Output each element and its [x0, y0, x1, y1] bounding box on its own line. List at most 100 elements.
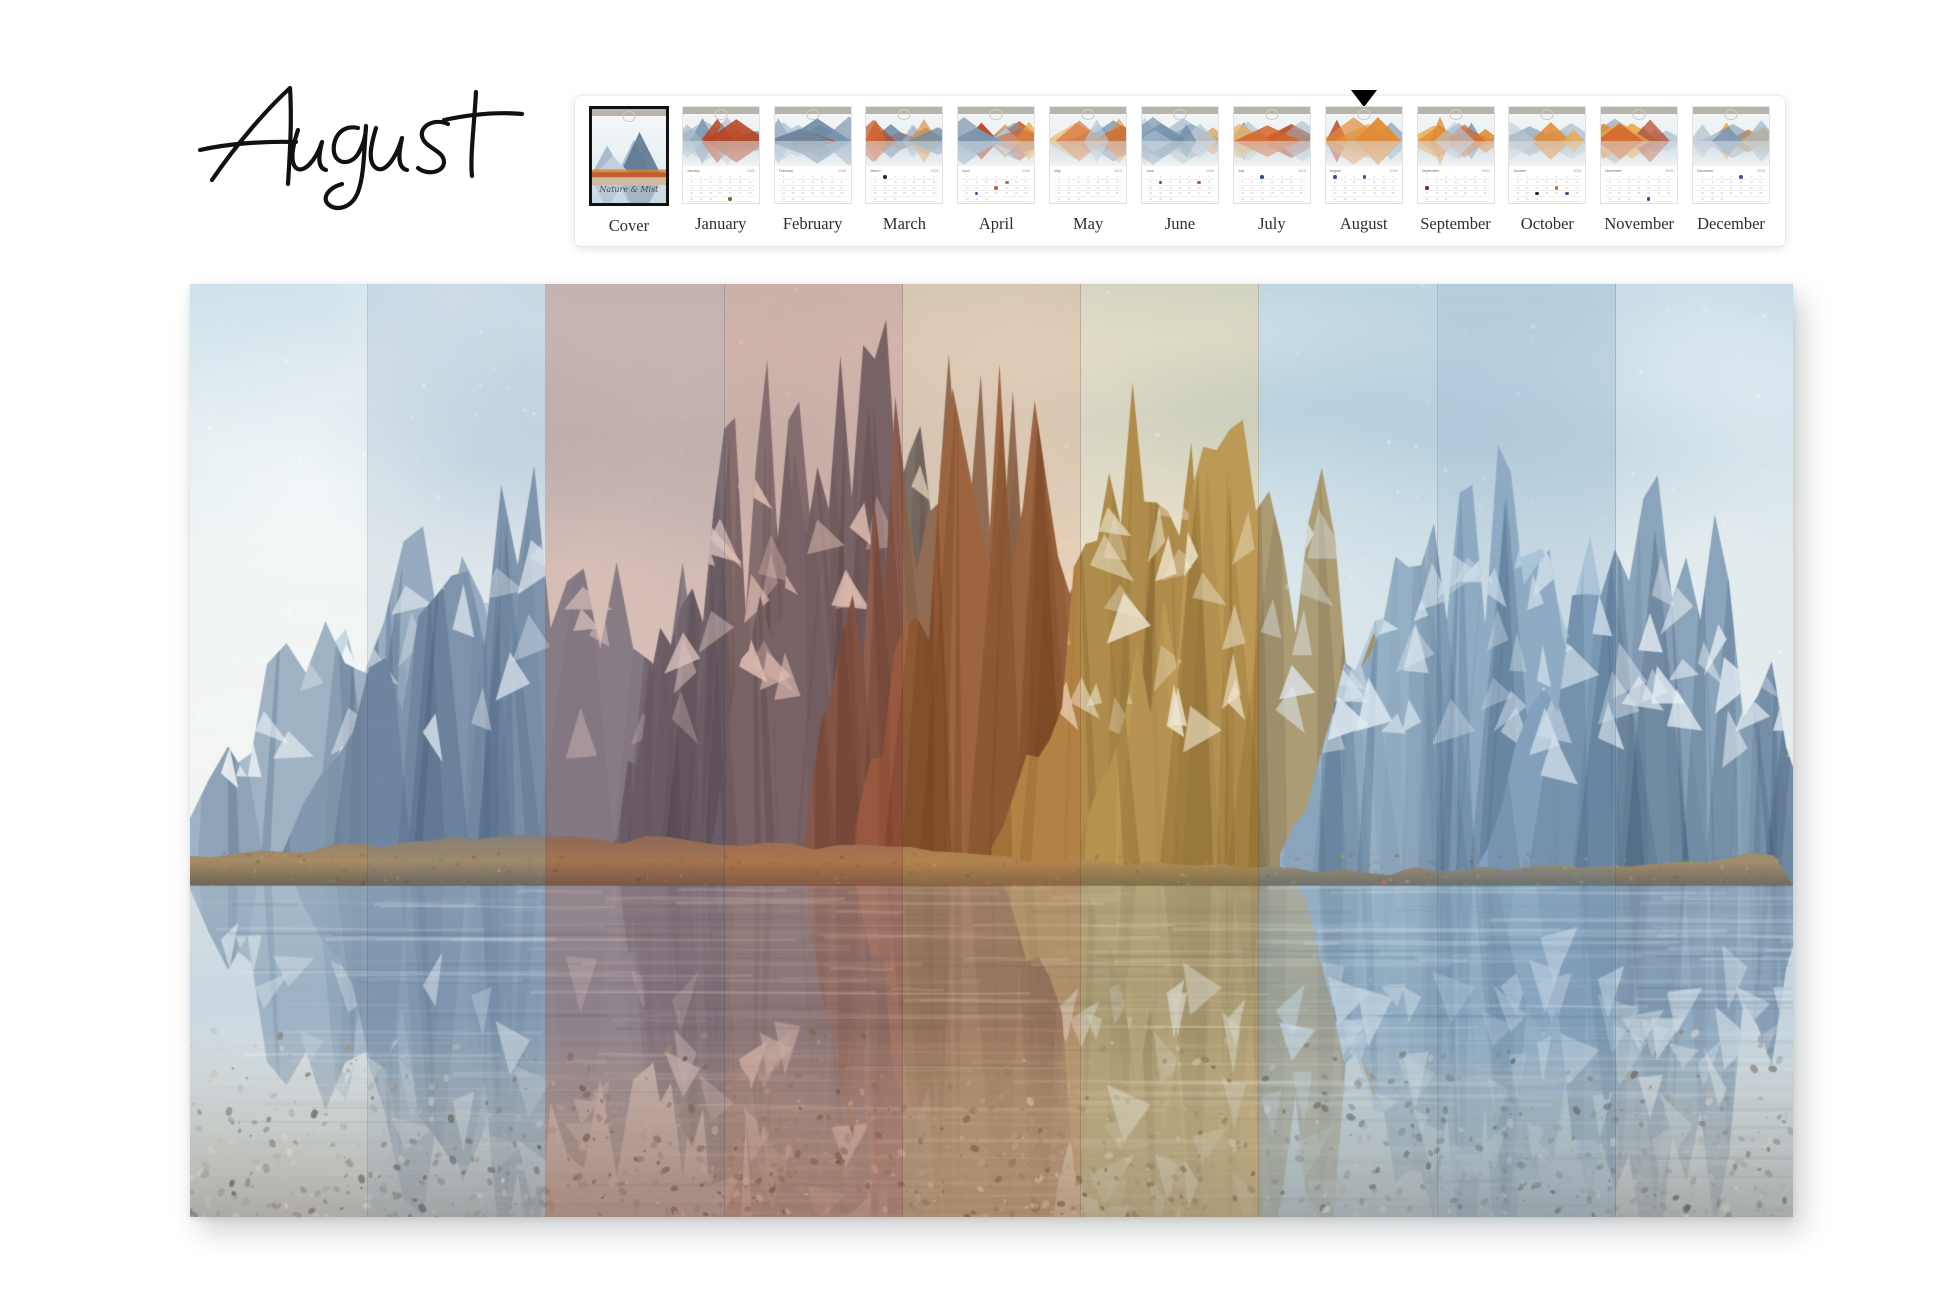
thumb-grid-row	[870, 201, 939, 203]
thumb-event-dot	[1158, 180, 1163, 185]
thumb-grid-header: March 2025	[870, 169, 938, 174]
thumbnail-artwork	[1693, 114, 1770, 166]
thumb-grid-month: October	[1513, 169, 1527, 173]
thumb-grid-table: 1 2 3 4 5 6 7 8 10 11 12 14 15 16 17 18 19 20 21 22 23 24 25 26…	[1145, 175, 1214, 203]
thumbnail-frame[interactable]: October 2025 1 2 3 4 5 6 7 8 9 10 11 12 13 14 15 16 17 18…	[1508, 106, 1587, 204]
thumb-grid-cell	[1441, 201, 1451, 203]
thumb-grid-row	[1145, 201, 1214, 203]
thumb-grid-table: 1 2 4 5 6 7 8 9 10 11 12 13 14 15 16 17 18 19 20 21 22 23 24 25…	[1237, 175, 1306, 203]
thumb-grid-cell	[1717, 201, 1727, 203]
thumb-grid-cell	[1633, 201, 1644, 203]
thumb-event-dot	[974, 191, 979, 196]
thumbnail-item-october[interactable]: October 2025 1 2 3 4 5 6 7 8 9 10 11 12 13 14 15 16 17 18…	[1501, 106, 1593, 234]
thumbnail-frame[interactable]: Nature & Mist	[588, 106, 669, 206]
thumb-grid-cell	[1755, 201, 1766, 203]
thumbnail-frame[interactable]: September 2025 1 2 3 4 5 6 7 8 9 10 11 12 13 14 16 17 18…	[1416, 106, 1495, 204]
thumb-grid-row	[1513, 201, 1582, 203]
thumbnail-item-may[interactable]: May 2025 1 2 3 4 5 6 7 8 9 10 11 12 13 14 15 16 17 18 19 20…	[1042, 106, 1134, 234]
calendar-hanger-ring-icon	[897, 109, 911, 120]
thumbnail-frame[interactable]: November 2025 1 2 3 4 5 6 7 8 9 10 11 12 13 14 15 16 17 1…	[1600, 106, 1679, 204]
thumbnail-artwork	[1050, 114, 1127, 166]
thumb-grid-row	[962, 201, 1031, 203]
thumb-grid-year: 2025	[1665, 169, 1674, 173]
thumb-grid-table: 1 2 3 4 5 6 7 8 9 10 11 12 13 14 15 16 17 18 20 21 22 23 25 26 2…	[1513, 175, 1582, 203]
calendar-hanger-ring-icon	[1081, 109, 1095, 120]
thumb-grid-header: January 2025	[687, 169, 755, 174]
thumb-grid-cell	[745, 201, 755, 203]
thumbnail-month-grid: July 2025 1 2 4 5 6 7 8 9 10 11 12 13 14 15 16 17 18 19 20…	[1233, 166, 1310, 203]
thumbnail-item-july[interactable]: July 2025 1 2 4 5 6 7 8 9 10 11 12 13 14 15 16 17 18 19 20…	[1226, 106, 1318, 234]
month-title-script	[197, 85, 525, 211]
thumb-grid-cell	[1643, 201, 1655, 203]
thumb-grid-month: December	[1697, 169, 1714, 173]
thumb-grid-cell	[1092, 201, 1103, 203]
thumb-grid-table: 1 3 4 5 6 7 8 9 10 11 12 13 14 15 16 17 18 19 20 21 22 23 24 25…	[870, 175, 939, 203]
thumbnail-frame[interactable]: December 2025 1 2 3 4 6 7 8 9 10 11 12 13 14 15 16 17 18…	[1692, 106, 1771, 204]
thumbnail-frame[interactable]: August 2025 2 3 5 6 7 8 9 10 11 12 13 14 15 16 17 18 19 2…	[1324, 106, 1403, 204]
thumb-grid-cell	[686, 201, 697, 203]
thumb-grid-cell	[1432, 201, 1442, 203]
thumb-grid-cell	[909, 201, 919, 203]
thumb-grid-row	[778, 201, 847, 203]
thumb-grid-cell	[798, 201, 808, 203]
hero-calendar-image[interactable]	[190, 284, 1793, 1217]
thumbnail-item-december[interactable]: December 2025 1 2 3 4 6 7 8 9 10 11 12 13 14 15 16 17 18…	[1685, 106, 1777, 234]
thumbnail-month-grid: October 2025 1 2 3 4 5 6 7 8 9 10 11 12 13 14 15 16 17 18…	[1509, 166, 1586, 203]
calendar-hanger-ring-icon	[1265, 109, 1279, 120]
thumb-event-dot	[1197, 180, 1202, 185]
thumbnail-frame[interactable]: June 2025 1 2 3 4 5 6 7 8 10 11 12 14 15 16 17 18 19 20 21…	[1140, 106, 1219, 204]
calendar-hanger-ring-icon	[1632, 109, 1646, 120]
thumb-grid-cell	[836, 201, 847, 203]
thumb-grid-cell	[1329, 201, 1341, 203]
thumb-grid-cell	[807, 201, 818, 203]
thumb-grid-month: April	[962, 169, 970, 173]
thumb-grid-cell	[1450, 201, 1461, 203]
cover-script-title: Nature & Mist	[599, 185, 659, 194]
thumbnail-month-grid: June 2025 1 2 3 4 5 6 7 8 10 11 12 14 15 16 17 18 19 20 21…	[1141, 166, 1218, 203]
thumb-grid-cell	[1522, 201, 1532, 203]
thumb-grid-row	[1697, 201, 1766, 203]
thumbnail-item-january[interactable]: January 2025 1 2 3 4 5 6 7 8 9 10 11 12 13 14 15 16 17 18…	[675, 106, 767, 234]
thumbnail-item-august[interactable]: August 2025 2 3 5 6 7 8 9 10 11 12 13 14 15 16 17 18 19 2…	[1318, 90, 1410, 234]
thumb-grid-month: March	[870, 169, 881, 173]
thumb-event-dot	[1333, 175, 1337, 180]
thumb-grid-year: 2025	[1114, 169, 1123, 173]
thumb-event-dot	[883, 175, 887, 180]
thumb-grid-table: 1 2 3 4 5 6 7 8 9 10 11 12 13 14 15 16 17 18 19 20 21 22 23 24 2…	[778, 175, 847, 203]
thumbnail-frame[interactable]: February 2025 1 2 3 4 5 6 7 8 9 10 11 12 13 14 15 16 17 1…	[773, 106, 852, 204]
thumbnail-artwork	[1325, 114, 1402, 166]
thumb-event-dot	[994, 186, 999, 190]
thumbnail-item-april[interactable]: April 2025 1 2 3 4 5 6 7 8 9 10 11 13 14 15 16 17 19 20 21…	[950, 106, 1042, 234]
thumbnail-frame[interactable]: January 2025 1 2 3 4 5 6 7 8 9 10 11 12 13 14 15 16 17 18…	[681, 106, 760, 204]
thumb-grid-cell	[981, 201, 992, 203]
thumb-grid-year: 2025	[1022, 169, 1031, 173]
thumbnail-month-grid: December 2025 1 2 3 4 6 7 8 9 10 11 12 13 14 15 16 17 18…	[1693, 166, 1770, 203]
thumb-grid-cell	[971, 201, 982, 203]
thumbnail-item-september[interactable]: September 2025 1 2 3 4 5 6 7 8 9 10 11 12 13 14 16 17 18…	[1410, 106, 1502, 234]
thumbnail-item-february[interactable]: February 2025 1 2 3 4 5 6 7 8 9 10 11 12 13 14 15 16 17 1…	[767, 106, 859, 234]
thumb-grid-year: 2025	[1297, 169, 1306, 173]
thumb-grid-month: August	[1329, 169, 1341, 173]
thumbnail-label: November	[1604, 214, 1675, 233]
thumbnail-label: Cover	[608, 216, 650, 235]
thumb-grid-cell	[1735, 201, 1747, 203]
thumb-grid-cell	[1359, 201, 1370, 203]
thumbnail-item-march[interactable]: March 2025 1 3 4 5 6 7 8 9 10 11 12 13 14 15 16 17 18 19 2…	[859, 106, 951, 234]
thumbnail-item-november[interactable]: November 2025 1 2 3 4 5 6 7 8 9 10 11 12 13 14 15 16 17 1…	[1593, 106, 1685, 234]
month-thumbnail-strip[interactable]: Nature & Mist Cover January 2025 12345678…	[575, 90, 1785, 246]
thumbnail-frame[interactable]: July 2025 1 2 4 5 6 7 8 9 10 11 12 13 14 15 16 17 18 19 20…	[1232, 106, 1311, 204]
thumb-grid-cell	[1102, 201, 1113, 203]
thumbnail-frame[interactable]: March 2025 1 3 4 5 6 7 8 9 10 11 12 13 14 15 16 17 18 19 2…	[865, 106, 944, 204]
thumbnail-frame[interactable]: April 2025 1 2 3 4 5 6 7 8 9 10 11 13 14 15 16 17 19 20 21…	[957, 106, 1036, 204]
thumb-grid-cell	[1175, 201, 1185, 203]
thumb-grid-cell	[918, 201, 930, 203]
thumbnail-item-june[interactable]: June 2025 1 2 3 4 5 6 7 8 10 11 12 14 15 16 17 18 19 20 21…	[1134, 106, 1226, 234]
thumb-event-dot	[1362, 175, 1367, 180]
thumb-grid-cell	[1256, 201, 1268, 203]
thumb-grid-table: 1 2 3 4 5 6 7 8 9 10 11 12 13 14 16 17 18 19 20 21 22 23 24 25 2…	[1421, 175, 1490, 203]
thumbnail-month-grid: January 2025 1 2 3 4 5 6 7 8 9 10 11 12 13 14 15 16 17 18…	[682, 166, 759, 203]
thumb-grid-row	[1421, 201, 1490, 203]
thumbnail-item-cover[interactable]: Nature & Mist Cover	[583, 106, 675, 236]
calendar-hanger-ring-icon	[1540, 109, 1554, 120]
thumbnail-frame[interactable]: May 2025 1 2 3 4 5 6 7 8 9 10 11 12 13 14 15 16 17 18 19 20…	[1049, 106, 1128, 204]
